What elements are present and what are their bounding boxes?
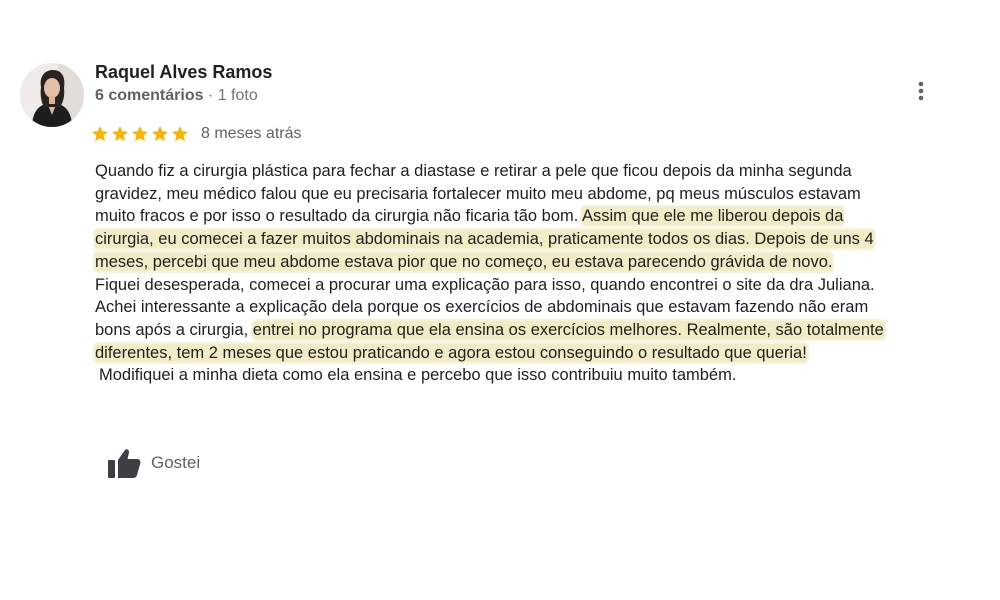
more-vert-icon [918, 81, 924, 101]
like-button[interactable]: Gostei [107, 445, 200, 481]
text-segment: muito fracos e por isso o resultado da c… [95, 207, 582, 226]
review-text-line: meses, percebi que meu abdome estava pio… [95, 251, 935, 274]
like-label: Gostei [151, 453, 201, 472]
review-count: 6 comentários [95, 87, 204, 104]
star-icon [132, 126, 148, 142]
review-date: 8 meses atrás [201, 125, 302, 142]
review-text: Quando fiz a cirurgia plástica para fech… [95, 160, 935, 387]
highlighted-text: cirurgia, eu comecei a fazer muitos abdo… [95, 230, 874, 249]
highlighted-text: meses, percebi que meu abdome estava pio… [95, 252, 833, 271]
highlighted-text: Assim que ele me liberou depois da [582, 207, 844, 226]
review-text-line: cirurgia, eu comecei a fazer muitos abdo… [95, 228, 935, 251]
star-icon [92, 126, 108, 142]
review-text-line: Quando fiz a cirurgia plástica para fech… [95, 160, 935, 183]
review-text-line: diferentes, tem 2 meses que estou pratic… [95, 342, 935, 365]
text-segment: Achei interessante a explicação dela por… [95, 298, 869, 317]
review-text-line: gravidez, meu médico falou que eu precis… [95, 183, 935, 206]
review-text-line: Achei interessante a explicação dela por… [95, 296, 935, 319]
text-segment: Modifiquei a minha dieta como ela ensina… [99, 366, 737, 385]
text-segment: Fiquei desesperada, comecei a procurar u… [95, 275, 875, 294]
avatar-photo [20, 63, 84, 127]
photo-count: · 1 foto [203, 87, 258, 104]
author-meta: 6 comentários · 1 foto [95, 87, 258, 105]
review-text-line: muito fracos e por isso o resultado da c… [95, 205, 935, 228]
highlighted-text: entrei no programa que ela ensina os exe… [252, 320, 884, 339]
rating-row: 8 meses atrás [91, 123, 301, 145]
review-text-line: Modifiquei a minha dieta como ela ensina… [95, 364, 935, 387]
text-segment: Quando fiz a cirurgia plástica para fech… [95, 162, 852, 180]
star-icon [152, 126, 168, 142]
text-segment: bons após a cirurgia, [95, 320, 253, 339]
star-icon [172, 126, 188, 142]
highlighted-text: diferentes, tem 2 meses que estou pratic… [95, 343, 807, 362]
star-icon [112, 126, 128, 142]
author-name[interactable]: Raquel Alves Ramos [95, 62, 272, 83]
review-text-line: bons após a cirurgia, entrei no programa… [95, 319, 935, 342]
thumbs-up-icon [108, 449, 141, 478]
more-options-button[interactable] [906, 76, 936, 106]
avatar[interactable] [20, 63, 84, 127]
star-rating [91, 125, 191, 143]
text-segment: gravidez, meu médico falou que eu precis… [95, 184, 861, 203]
review-text-line: Fiquei desesperada, comecei a procurar u… [95, 274, 935, 297]
